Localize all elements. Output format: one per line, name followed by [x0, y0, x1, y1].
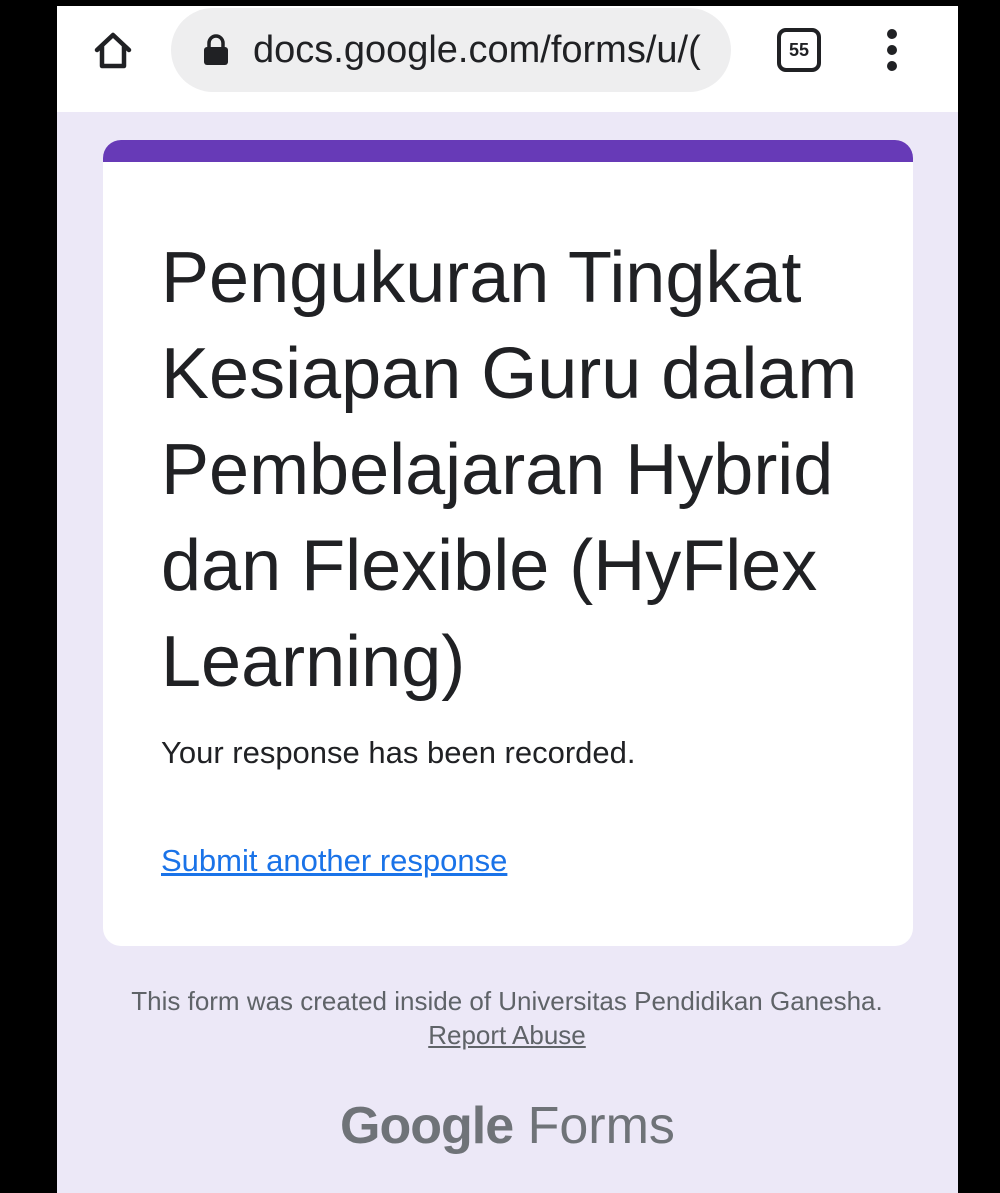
lock-icon: [204, 34, 228, 65]
phone-screen: docs.google.com/forms/u/( 55 Pengukuran …: [57, 6, 958, 1193]
card-accent-bar: [103, 140, 913, 162]
tab-count: 55: [788, 39, 810, 60]
google-forms-logo[interactable]: Google Forms: [57, 1096, 958, 1156]
submit-another-response-link[interactable]: Submit another response: [161, 843, 507, 879]
device-frame-left: [0, 0, 57, 1193]
footer-note-text: This form was created inside of Universi…: [131, 986, 883, 1016]
brand-forms-text: Forms: [527, 1097, 675, 1155]
home-icon: [94, 32, 132, 69]
device-frame-right: [958, 0, 1000, 1193]
footer-note: This form was created inside of Universi…: [117, 984, 897, 1052]
confirmation-message: Your response has been recorded.: [161, 735, 636, 770]
browser-toolbar: docs.google.com/forms/u/( 55: [57, 6, 958, 112]
url-text: docs.google.com/forms/u/(: [253, 29, 701, 71]
form-confirmation-card: Pengukuran Tingkat Kesiapan Guru dalam P…: [103, 140, 913, 946]
address-bar[interactable]: docs.google.com/forms/u/(: [171, 8, 731, 92]
report-abuse-link[interactable]: Report Abuse: [428, 1020, 586, 1050]
more-vert-icon: [887, 29, 897, 71]
brand-google-text: Google: [340, 1097, 514, 1155]
home-button[interactable]: [87, 24, 139, 76]
more-vert-button[interactable]: [872, 24, 912, 76]
tab-switcher-button[interactable]: 55: [777, 28, 821, 72]
form-title: Pengukuran Tingkat Kesiapan Guru dalam P…: [161, 238, 858, 702]
